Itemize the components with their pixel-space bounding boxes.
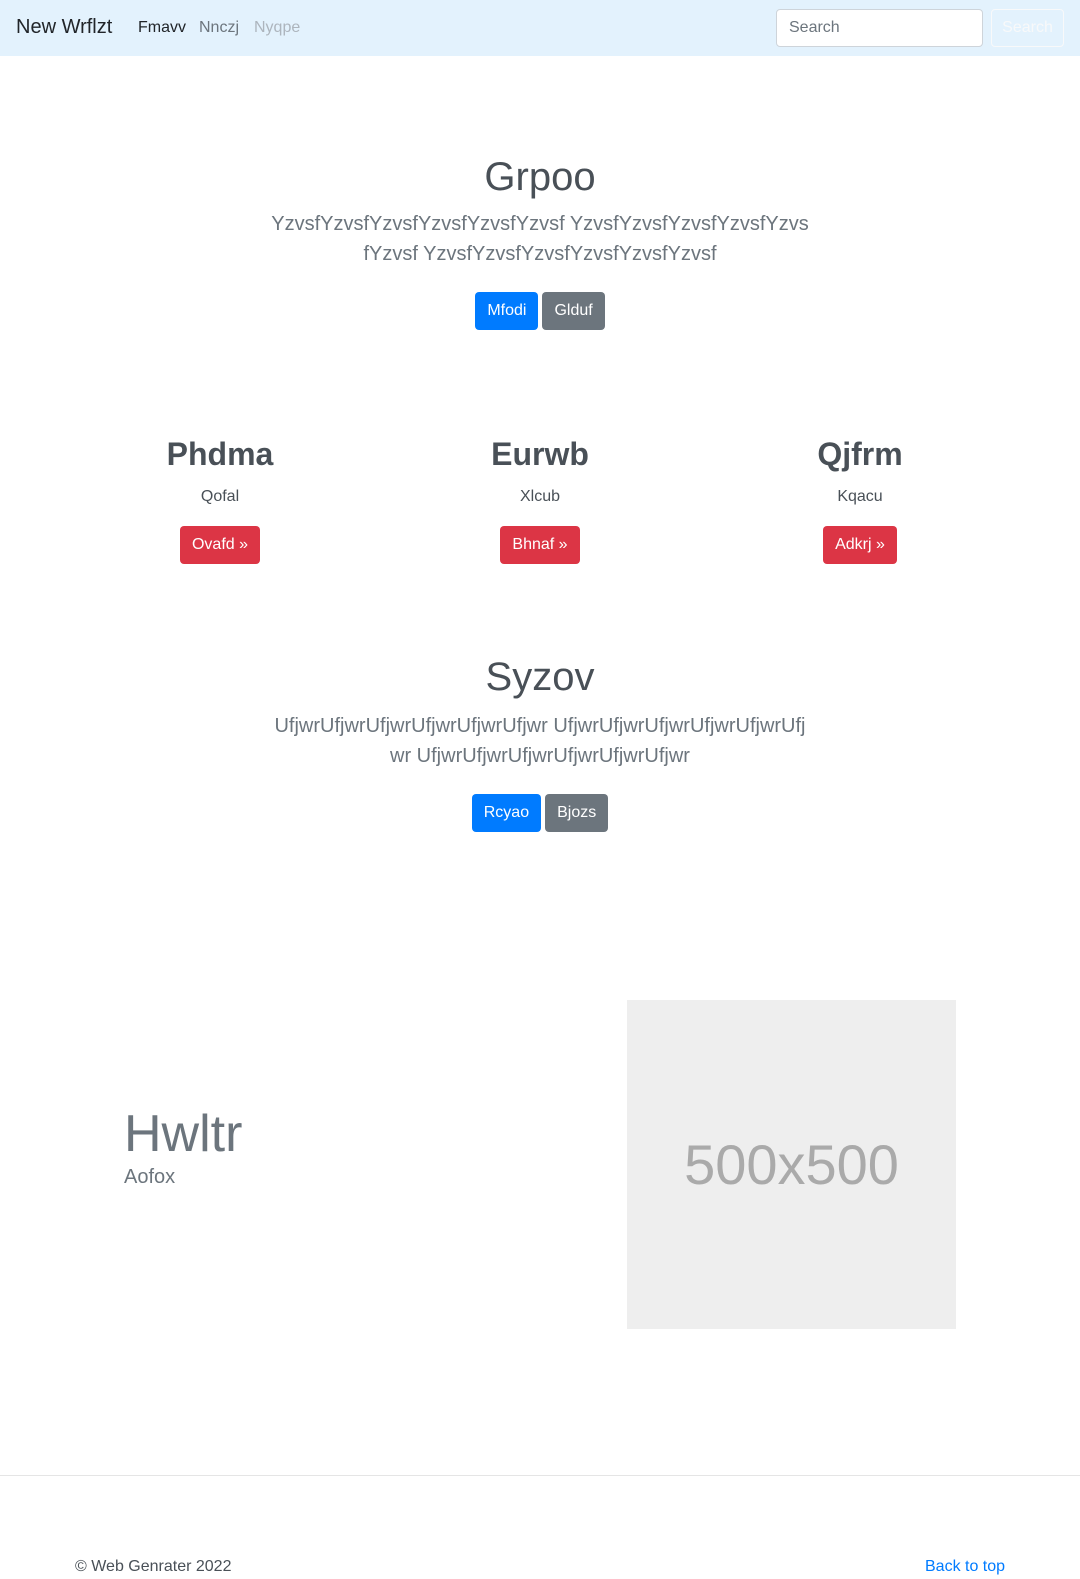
search-input[interactable] (776, 9, 983, 47)
feature-title: Hwltr (124, 1105, 243, 1163)
back-to-top-link[interactable]: Back to top (925, 1558, 1005, 1576)
feature-subtitle: Aofox (124, 1166, 176, 1188)
navbar-brand[interactable]: New Wrflzt (16, 16, 112, 39)
hero-primary-button[interactable]: Mfodi (475, 292, 539, 330)
navbar: New Wrflzt Fmavv Nnczj Nyqpe Search (0, 0, 1080, 56)
column-title: Phdma (166, 436, 274, 472)
hero-secondary-button[interactable]: Glduf (542, 292, 605, 330)
column-title: Eurwb (491, 436, 589, 472)
column-button[interactable]: Adkrj » (823, 526, 897, 564)
hero-primary-button[interactable]: Rcyao (471, 794, 542, 832)
column-card: Qjfrm Kqacu Adkrj » (700, 436, 1020, 564)
hero-lead: YzvsfYzvsfYzvsfYzvsfYzvsfYzvsf YzvsfYzvs… (271, 213, 809, 265)
column-text: Kqacu (837, 488, 883, 505)
column-button[interactable]: Bhnaf » (500, 526, 580, 564)
hero-secondary-button[interactable]: Bjozs (545, 794, 609, 832)
search-button[interactable]: Search (991, 9, 1064, 47)
placeholder-image: 500x500 (627, 1000, 956, 1329)
copyright-text: © Web Genrater 2022 (75, 1558, 232, 1575)
nav-link-nyqpe[interactable]: Nyqpe (254, 19, 300, 37)
column-text: Xlcub (519, 488, 561, 505)
hero-title: Syzov (485, 655, 595, 699)
placeholder-image-label: 500x500 (684, 1133, 899, 1196)
hero-button-group: Mfodi Glduf (0, 292, 1080, 330)
column-card: Eurwb Xlcub Bhnaf » (380, 436, 700, 564)
hero-button-group: Rcyao Bjozs (0, 794, 1080, 832)
hero-title: Grpoo (484, 155, 596, 199)
column-text: Qofal (200, 488, 240, 505)
nav-link-fmavv[interactable]: Fmavv (138, 19, 186, 37)
column-button[interactable]: Ovafd » (179, 526, 261, 564)
footer-divider (0, 1475, 1080, 1476)
nav-link-nnczj[interactable]: Nnczj (199, 19, 239, 37)
hero-lead: UfjwrUfjwrUfjwrUfjwrUfjwrUfjwr UfjwrUfjw… (274, 715, 806, 767)
column-card: Phdma Qofal Ovafd » (60, 436, 380, 564)
column-title: Qjfrm (817, 436, 903, 472)
